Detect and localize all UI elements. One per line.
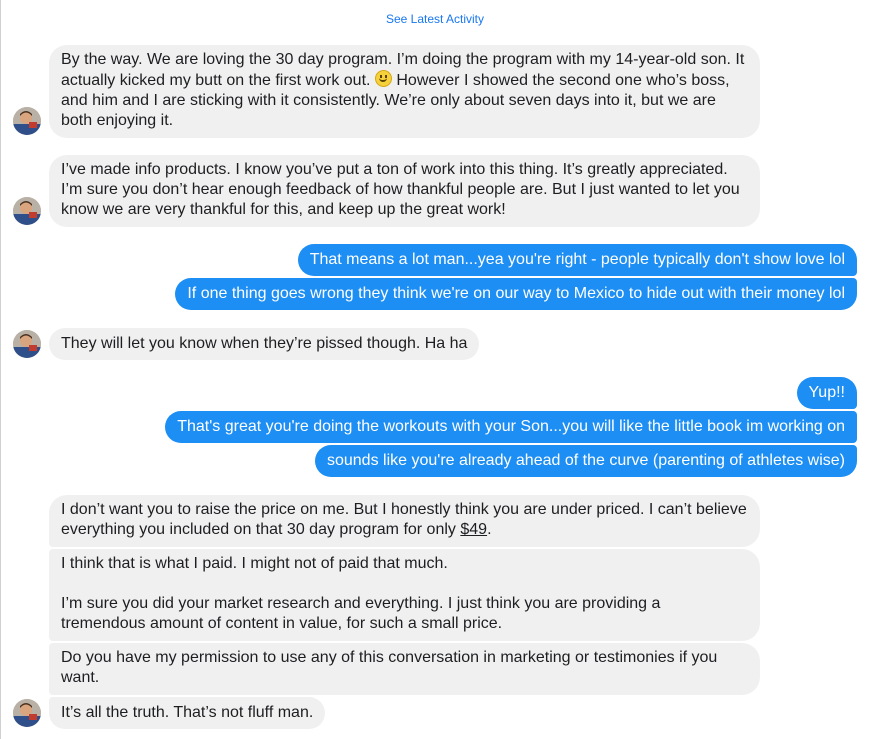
avatar[interactable]: [13, 107, 41, 135]
incoming-message: They will let you know when they’re piss…: [49, 328, 480, 360]
slightly-smiling-face-icon: [374, 70, 392, 87]
outgoing-message: If one thing goes wrong they think we're…: [175, 278, 857, 310]
message-text: I don’t want you to raise the price on m…: [61, 501, 747, 538]
user-avatar-icon: [13, 197, 41, 225]
incoming-message: I’ve made info products. I know you’ve p…: [49, 155, 760, 227]
user-avatar-icon: [13, 330, 41, 358]
incoming-message: Do you have my permission to use any of …: [49, 643, 760, 695]
outgoing-message: sounds like you're already ahead of the …: [314, 445, 857, 477]
left-border: [0, 0, 1, 739]
avatar[interactable]: [13, 330, 41, 358]
outgoing-message: That means a lot man...yea you're right …: [297, 244, 857, 276]
incoming-message: I think that is what I paid. I might not…: [49, 549, 760, 641]
outgoing-message: That's great you're doing the workouts w…: [165, 411, 857, 443]
message-text: .: [487, 521, 492, 538]
outgoing-message: Yup!!: [796, 377, 857, 409]
avatar[interactable]: [13, 197, 41, 225]
avatar[interactable]: [13, 699, 41, 727]
incoming-message: I don’t want you to raise the price on m…: [49, 495, 760, 547]
user-avatar-icon: [13, 107, 41, 135]
incoming-message: By the way. We are loving the 30 day pro…: [49, 45, 760, 138]
user-avatar-icon: [13, 699, 41, 727]
price-link[interactable]: $49: [460, 521, 487, 538]
message-paragraph: I’m sure you did your market research an…: [61, 595, 661, 632]
message-paragraph: I think that is what I paid. I might not…: [61, 555, 448, 572]
see-latest-activity-link[interactable]: See Latest Activity: [0, 12, 870, 26]
incoming-message: It’s all the truth. That’s not fluff man…: [49, 697, 326, 729]
